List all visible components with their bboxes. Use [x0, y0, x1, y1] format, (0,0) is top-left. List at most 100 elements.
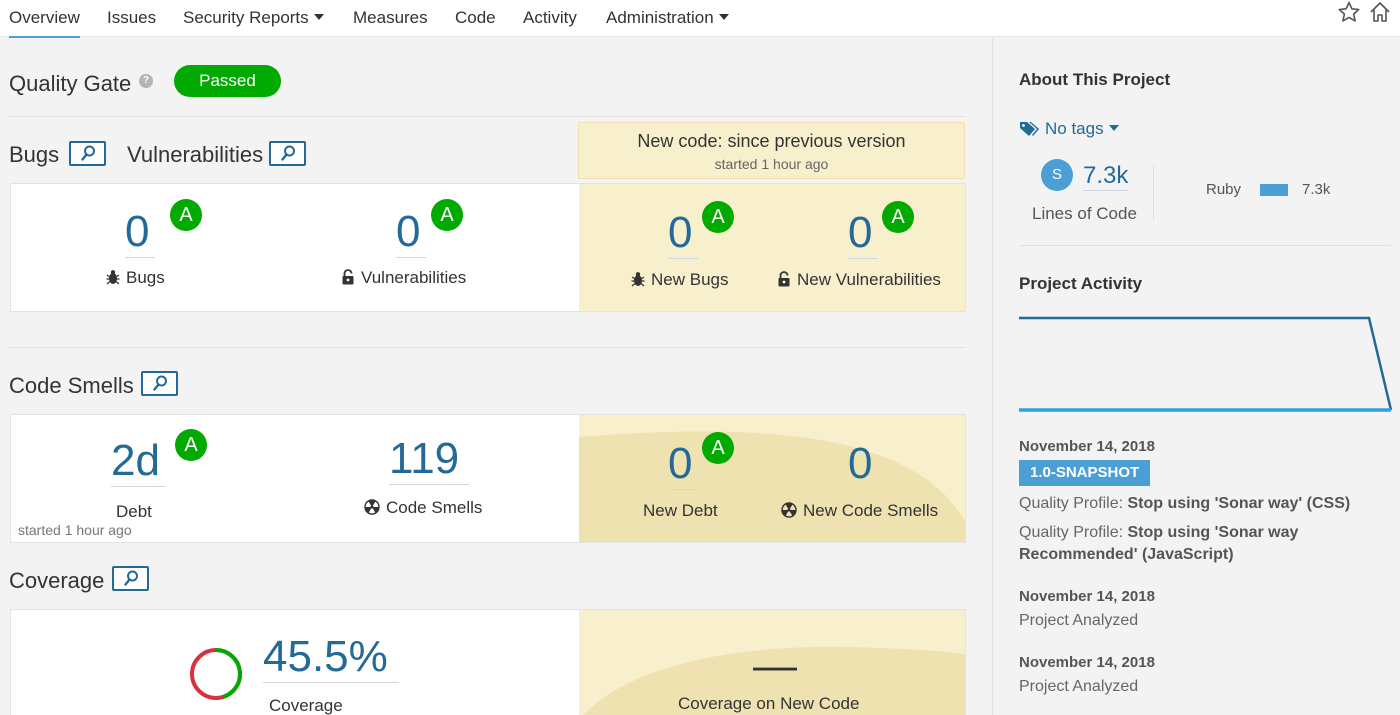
tags-label: No tags — [1045, 119, 1104, 138]
chevron-down-icon — [313, 14, 324, 20]
section-title-code-smells: Code Smells — [9, 373, 134, 398]
vulnerabilities-value[interactable]: 0 — [396, 210, 420, 254]
lines-of-code-value[interactable]: 7.3k — [1083, 162, 1129, 191]
new-coverage-value: — — [753, 641, 797, 690]
tab-code[interactable]: Code — [455, 8, 496, 28]
vulnerabilities-drilldown-button[interactable] — [269, 141, 306, 166]
new-code-area — [579, 184, 965, 311]
maintainability-panel: 2d A Debt started 1 hour ago 119 Code Sm… — [10, 414, 966, 543]
code-smells-label-text: Code Smells — [386, 498, 483, 517]
star-icon[interactable] — [1337, 0, 1361, 24]
debt-label: Debt — [116, 502, 152, 521]
vulnerabilities-rating-badge[interactable]: A — [431, 199, 463, 231]
value-underline — [389, 484, 469, 485]
event-date: November 14, 2018 — [1019, 654, 1155, 671]
event-date: November 14, 2018 — [1019, 588, 1155, 605]
new-code-period-title: New code: since previous version — [637, 131, 906, 151]
reliability-panel: 0 A Bugs 0 A Vulnerabilities 0 A New Bug… — [10, 183, 966, 312]
code-smells-drilldown-button[interactable] — [141, 371, 178, 396]
new-debt-value[interactable]: 0 — [668, 442, 692, 486]
section-title-bugs: Bugs — [9, 142, 60, 167]
vulnerabilities-label-text: Vulnerabilities — [361, 268, 467, 287]
tab-issues[interactable]: Issues — [107, 8, 156, 28]
help-icon[interactable]: ? — [139, 74, 153, 88]
version-badge: 1.0-SNAPSHOT — [1019, 460, 1151, 486]
top-nav: Overview Issues Security Reports Measure… — [0, 0, 1400, 39]
bug-icon — [631, 272, 645, 287]
bugs-value[interactable]: 0 — [125, 210, 149, 254]
new-code-smells-label-text: New Code Smells — [803, 501, 939, 520]
main-content: Quality Gate ? Passed Bugs Vulnerabiliti… — [0, 38, 992, 715]
value-underline — [125, 257, 155, 258]
tags-selector[interactable]: No tags — [1019, 119, 1119, 139]
debt-rating-badge[interactable]: A — [175, 429, 207, 461]
coverage-drilldown-button[interactable] — [112, 566, 149, 591]
new-debt-rating-badge[interactable]: A — [702, 432, 734, 464]
tab-measures[interactable]: Measures — [353, 8, 428, 28]
lines-of-code-label: Lines of Code — [1032, 204, 1137, 223]
coverage-value[interactable]: 45.5% — [263, 635, 388, 679]
tab-overview[interactable]: Overview — [9, 8, 80, 39]
magnifier-icon — [124, 570, 138, 586]
magnifier-icon — [281, 145, 295, 161]
divider — [1019, 245, 1391, 246]
section-title-coverage: Coverage — [9, 568, 105, 593]
new-code-smells-value[interactable]: 0 — [848, 442, 872, 486]
event-profile-change: Quality Profile: Stop using 'Sonar way' … — [1019, 493, 1389, 515]
background-wave — [579, 431, 965, 542]
project-activity-title: Project Activity — [1019, 274, 1143, 293]
avatar: S — [1041, 159, 1073, 191]
new-bugs-rating-badge[interactable]: A — [702, 201, 734, 233]
coverage-label: Coverage — [269, 696, 343, 715]
home-icon[interactable] — [1368, 0, 1392, 24]
tab-activity[interactable]: Activity — [523, 8, 577, 28]
code-smells-label: Code Smells — [364, 498, 482, 518]
bugs-drilldown-button[interactable] — [69, 141, 106, 166]
coverage-donut — [190, 648, 242, 700]
bugs-label: Bugs — [106, 268, 165, 288]
new-code-area — [579, 415, 965, 542]
quality-gate-title: Quality Gate — [9, 71, 132, 96]
new-code-smells-label: New Code Smells — [781, 501, 938, 521]
activity-sparkline[interactable] — [1019, 310, 1399, 415]
new-coverage-label: Coverage on New Code — [678, 694, 860, 713]
new-vulnerabilities-label: New Vulnerabilities — [777, 270, 941, 290]
magnifier-icon — [81, 145, 95, 161]
new-vulnerabilities-value[interactable]: 0 — [848, 211, 872, 255]
new-bugs-label: New Bugs — [631, 270, 728, 290]
coverage-panel: 45.5% Coverage — Coverage on New Code — [10, 609, 966, 715]
value-underline — [848, 258, 878, 259]
value-underline — [111, 486, 166, 487]
section-title-vulnerabilities: Vulnerabilities — [127, 142, 264, 167]
about-project-title: About This Project — [1019, 70, 1171, 89]
event-profile-change: Quality Profile: Stop using 'Sonar way R… — [1019, 522, 1389, 566]
divider — [9, 116, 965, 117]
new-code-period-started: started 1 hour ago — [714, 156, 829, 172]
divider — [1153, 165, 1154, 221]
new-bugs-value[interactable]: 0 — [668, 211, 692, 255]
value-underline — [668, 258, 698, 259]
quality-gate-status-badge: Passed — [174, 65, 281, 97]
debt-started: started 1 hour ago — [18, 522, 132, 538]
divider — [9, 347, 965, 348]
event-date: November 14, 2018 — [1019, 438, 1155, 455]
code-smells-value[interactable]: 119 — [389, 437, 459, 481]
lock-icon — [342, 269, 354, 285]
value-underline — [668, 489, 698, 490]
tab-security-reports[interactable]: Security Reports — [183, 8, 324, 28]
bugs-label-text: Bugs — [126, 268, 165, 287]
new-vulnerabilities-rating-badge[interactable]: A — [882, 201, 914, 233]
debt-value[interactable]: 2d — [111, 439, 160, 483]
tab-security-reports-label: Security Reports — [183, 8, 309, 27]
event-text: Project Analyzed — [1019, 678, 1139, 695]
language-name: Ruby — [1206, 181, 1242, 198]
event-text: Project Analyzed — [1019, 612, 1139, 629]
tab-administration-label: Administration — [606, 8, 714, 27]
bugs-rating-badge[interactable]: A — [170, 199, 202, 231]
sidebar: About This Project No tags S 7.3k Lines … — [992, 38, 1400, 715]
event-profile-name[interactable]: Stop using 'Sonar way' (CSS) — [1127, 495, 1350, 512]
tab-administration[interactable]: Administration — [606, 8, 729, 28]
code-smell-icon — [781, 502, 797, 518]
language-loc: 7.3k — [1302, 181, 1331, 198]
value-underline — [396, 257, 426, 258]
